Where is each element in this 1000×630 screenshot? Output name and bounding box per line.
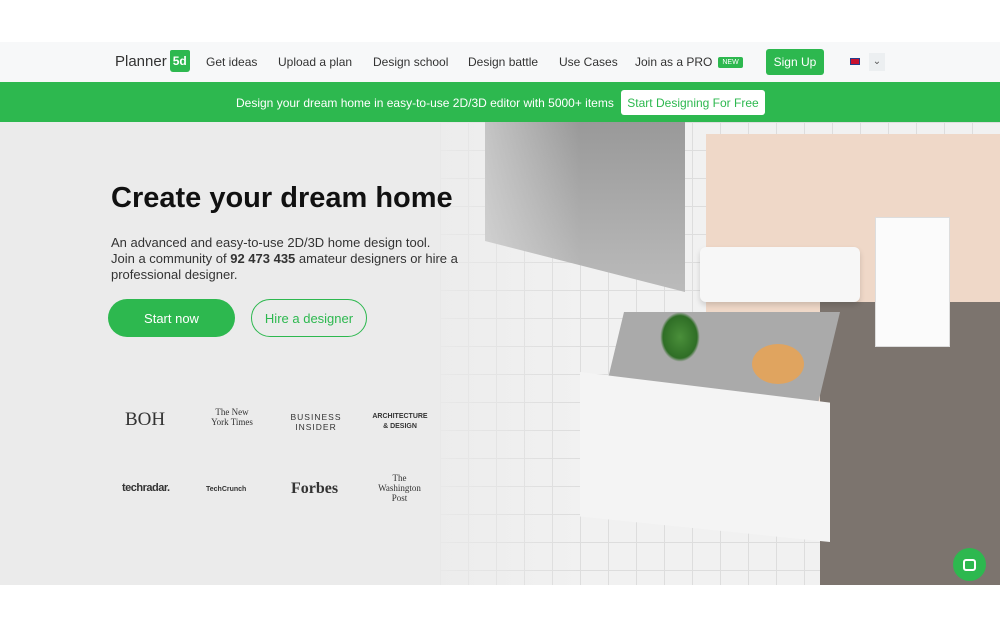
sign-up-button[interactable]: Sign Up bbox=[766, 49, 824, 75]
press-logo-boh: BOH bbox=[125, 409, 166, 430]
press-logo-business-insider: BUSINESS INSIDER bbox=[290, 412, 342, 432]
logo-badge: 5d bbox=[169, 50, 190, 72]
room-sofa bbox=[700, 247, 860, 302]
nav-design-school[interactable]: Design school bbox=[373, 55, 448, 69]
press-logo-nyt: The New York Times bbox=[211, 407, 253, 427]
press-logo-techcrunch: TechCrunch bbox=[206, 486, 247, 493]
page-title: Create your dream home bbox=[111, 182, 453, 214]
press-logo-techradar: techradar. bbox=[122, 482, 170, 494]
new-badge: NEW bbox=[718, 57, 743, 69]
chat-button[interactable] bbox=[953, 548, 986, 581]
desc-line: An advanced and easy-to-use 2D/3D home d… bbox=[111, 235, 431, 250]
banner-text: Design your dream home in easy-to-use 2D… bbox=[236, 96, 614, 110]
chevron-down-icon[interactable]: ⌄ bbox=[869, 53, 885, 71]
press-logo-architecture-design: ARCHITECTURE & DESIGN bbox=[372, 413, 428, 430]
chat-icon bbox=[963, 558, 976, 571]
user-count: 92 473 435 bbox=[230, 251, 296, 266]
logo-text: Planner bbox=[115, 52, 167, 70]
start-now-button[interactable]: Start now bbox=[108, 299, 235, 337]
promo-banner: Design your dream home in easy-to-use 2D… bbox=[0, 82, 1000, 122]
room-door bbox=[875, 217, 950, 347]
logo[interactable]: Planner 5d bbox=[115, 50, 190, 72]
top-nav: Planner 5d Get ideas Upload a plan Design… bbox=[0, 42, 1000, 82]
uk-flag-icon[interactable] bbox=[850, 58, 860, 65]
nav-upload-plan[interactable]: Upload a plan bbox=[278, 55, 352, 69]
nav-design-battle[interactable]: Design battle bbox=[468, 55, 538, 69]
hero-description: An advanced and easy-to-use 2D/3D home d… bbox=[111, 235, 481, 283]
nav-join-pro[interactable]: Join as a PRO NEW bbox=[635, 55, 743, 69]
desc-line: Join a community of bbox=[111, 251, 231, 266]
press-logo-washington-post: The Washington Post bbox=[378, 473, 421, 503]
room-plant bbox=[660, 312, 700, 362]
room-table bbox=[752, 344, 804, 384]
join-pro-label: Join as a PRO bbox=[635, 55, 713, 69]
nav-get-ideas[interactable]: Get ideas bbox=[206, 55, 257, 69]
press-logo-forbes: Forbes bbox=[291, 480, 339, 497]
hire-designer-button[interactable]: Hire a designer bbox=[251, 299, 367, 337]
start-designing-button[interactable]: Start Designing For Free bbox=[621, 90, 765, 115]
nav-use-cases[interactable]: Use Cases bbox=[559, 55, 618, 69]
